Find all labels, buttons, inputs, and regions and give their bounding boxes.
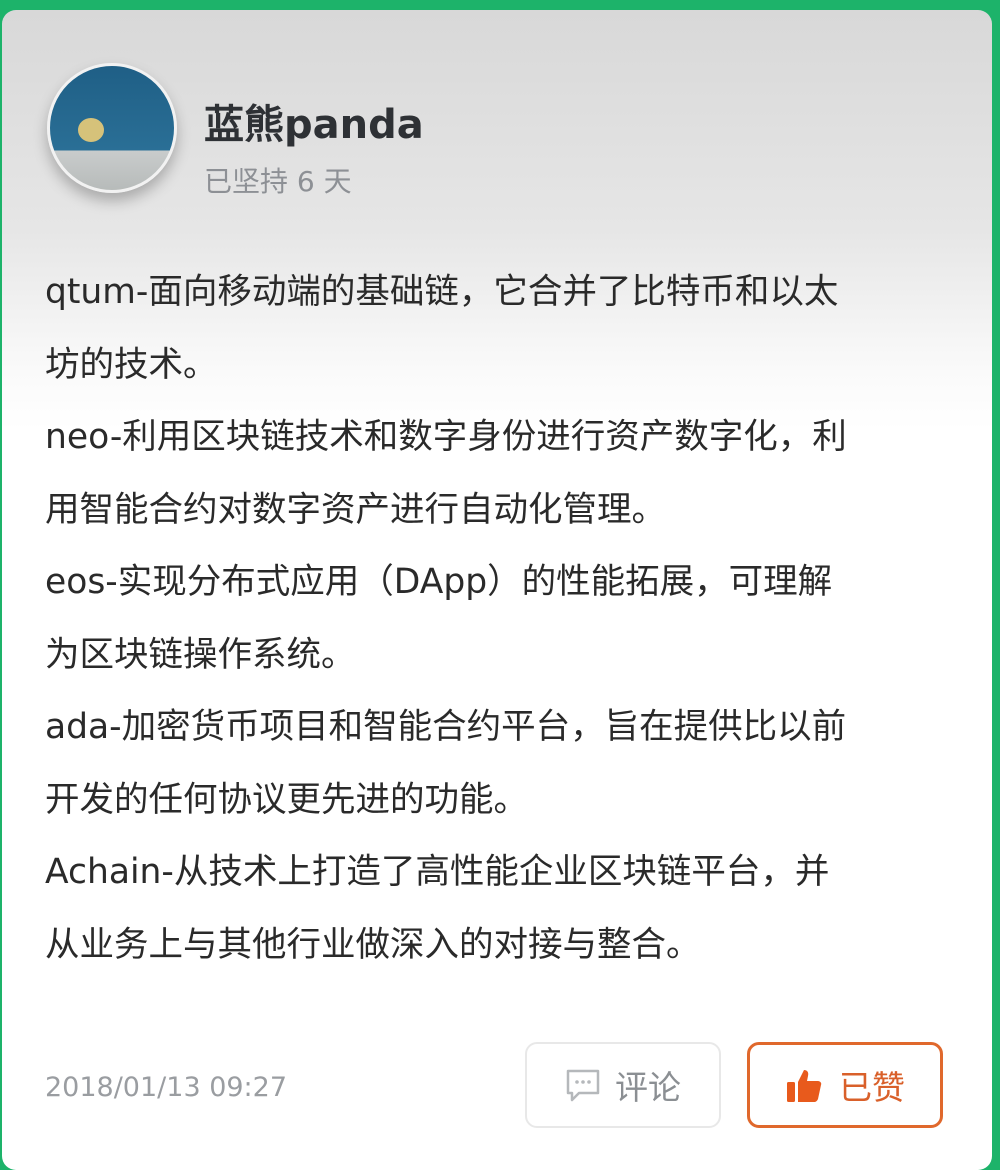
post-timestamp: 2018/01/13 09:27 — [45, 1072, 288, 1103]
comment-button[interactable]: 评论 — [525, 1042, 721, 1128]
post-line: 开发的任何协议更先进的功能。 — [45, 779, 528, 820]
streak-text: 已坚持 6 天 — [204, 165, 352, 198]
post-line: 用智能合约对数字资产进行自动化管理。 — [45, 489, 666, 530]
post-card: 蓝熊panda 已坚持 6 天 qtum-面向移动端的基础链，它合并了比特币和以… — [2, 10, 992, 1170]
post-line: eos-实现分布式应用（DApp）的性能拓展，可理解 — [45, 562, 833, 602]
comment-bubble-icon — [566, 1069, 600, 1102]
like-label: 已赞 — [839, 1068, 905, 1107]
comment-label: 评论 — [615, 1068, 681, 1107]
avatar[interactable] — [47, 63, 177, 193]
post-line: ada-加密货币项目和智能合约平台，旨在提供比以前 — [45, 707, 847, 747]
post-line: qtum-面向移动端的基础链，它合并了比特币和以太 — [45, 272, 839, 312]
post-line: 为区块链操作系统。 — [45, 634, 356, 675]
avatar-image — [78, 118, 104, 142]
thumbs-up-icon — [787, 1070, 822, 1102]
post-line: neo-利用区块链技术和数字身份进行资产数字化，利 — [45, 417, 847, 457]
user-name[interactable]: 蓝熊panda — [204, 92, 424, 150]
post-content: qtum-面向移动端的基础链，它合并了比特币和以太 坊的技术。 neo-利用区块… — [45, 256, 965, 981]
like-button[interactable]: 已赞 — [747, 1042, 943, 1128]
post-line: 坊的技术。 — [45, 344, 218, 385]
post-line: 从业务上与其他行业做深入的对接与整合。 — [45, 924, 701, 965]
post-line: Achain-从技术上打造了高性能企业区块链平台，并 — [45, 852, 830, 892]
